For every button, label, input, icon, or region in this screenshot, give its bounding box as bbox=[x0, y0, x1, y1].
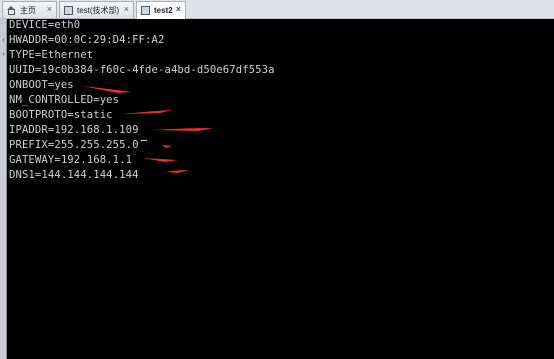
collapse-arrow-icon[interactable]: ‹ bbox=[0, 37, 7, 44]
vm-icon bbox=[141, 6, 150, 15]
config-line-prefix: PREFIX=255.255.255.0 bbox=[9, 139, 139, 151]
config-line-dns1: DNS1=144.144.144.144 bbox=[9, 169, 139, 181]
config-line-uuid: UUID=19c0b384-f60c-4fde-a4bd-d50e67df553… bbox=[9, 64, 275, 76]
home-icon bbox=[7, 5, 16, 15]
text-cursor bbox=[141, 140, 147, 141]
config-line-hwaddr: HWADDR=00:0C:29:D4:FF:A2 bbox=[9, 34, 165, 46]
terminal-console[interactable]: DEVICE=eth0 HWADDR=00:0C:29:D4:FF:A2 TYP… bbox=[7, 19, 554, 359]
tab-home[interactable]: 主页 × bbox=[2, 1, 57, 18]
tab-test[interactable]: test(技术部) × bbox=[59, 1, 134, 18]
config-line-nm-controlled: NM_CONTROLLED=yes bbox=[9, 94, 120, 106]
tab-label: test(技术部) bbox=[77, 5, 120, 15]
config-line-gateway: GATEWAY=192.168.1.1 bbox=[9, 154, 133, 166]
config-line-ipaddr: IPADDR=192.168.1.109 bbox=[9, 124, 139, 136]
close-icon[interactable]: × bbox=[176, 5, 181, 14]
tab-label: test2 bbox=[154, 6, 173, 15]
config-line-type: TYPE=Ethernet bbox=[9, 49, 94, 61]
tab-test2[interactable]: test2 × bbox=[136, 1, 186, 19]
close-icon[interactable]: × bbox=[124, 5, 129, 14]
config-line-bootproto: BOOTPROTO=static bbox=[9, 109, 113, 121]
config-line-device: DEVICE=eth0 bbox=[9, 19, 81, 31]
close-icon[interactable]: × bbox=[47, 5, 52, 14]
tab-label: 主页 bbox=[20, 5, 36, 15]
vm-icon bbox=[64, 5, 73, 15]
config-line-onboot: ONBOOT=yes bbox=[9, 79, 74, 91]
tab-bar: 主页 × test(技术部) × test2 × bbox=[0, 0, 554, 19]
side-panel-edge[interactable]: ‹ › bbox=[0, 19, 7, 359]
collapse-arrow-icon[interactable]: › bbox=[0, 51, 7, 58]
